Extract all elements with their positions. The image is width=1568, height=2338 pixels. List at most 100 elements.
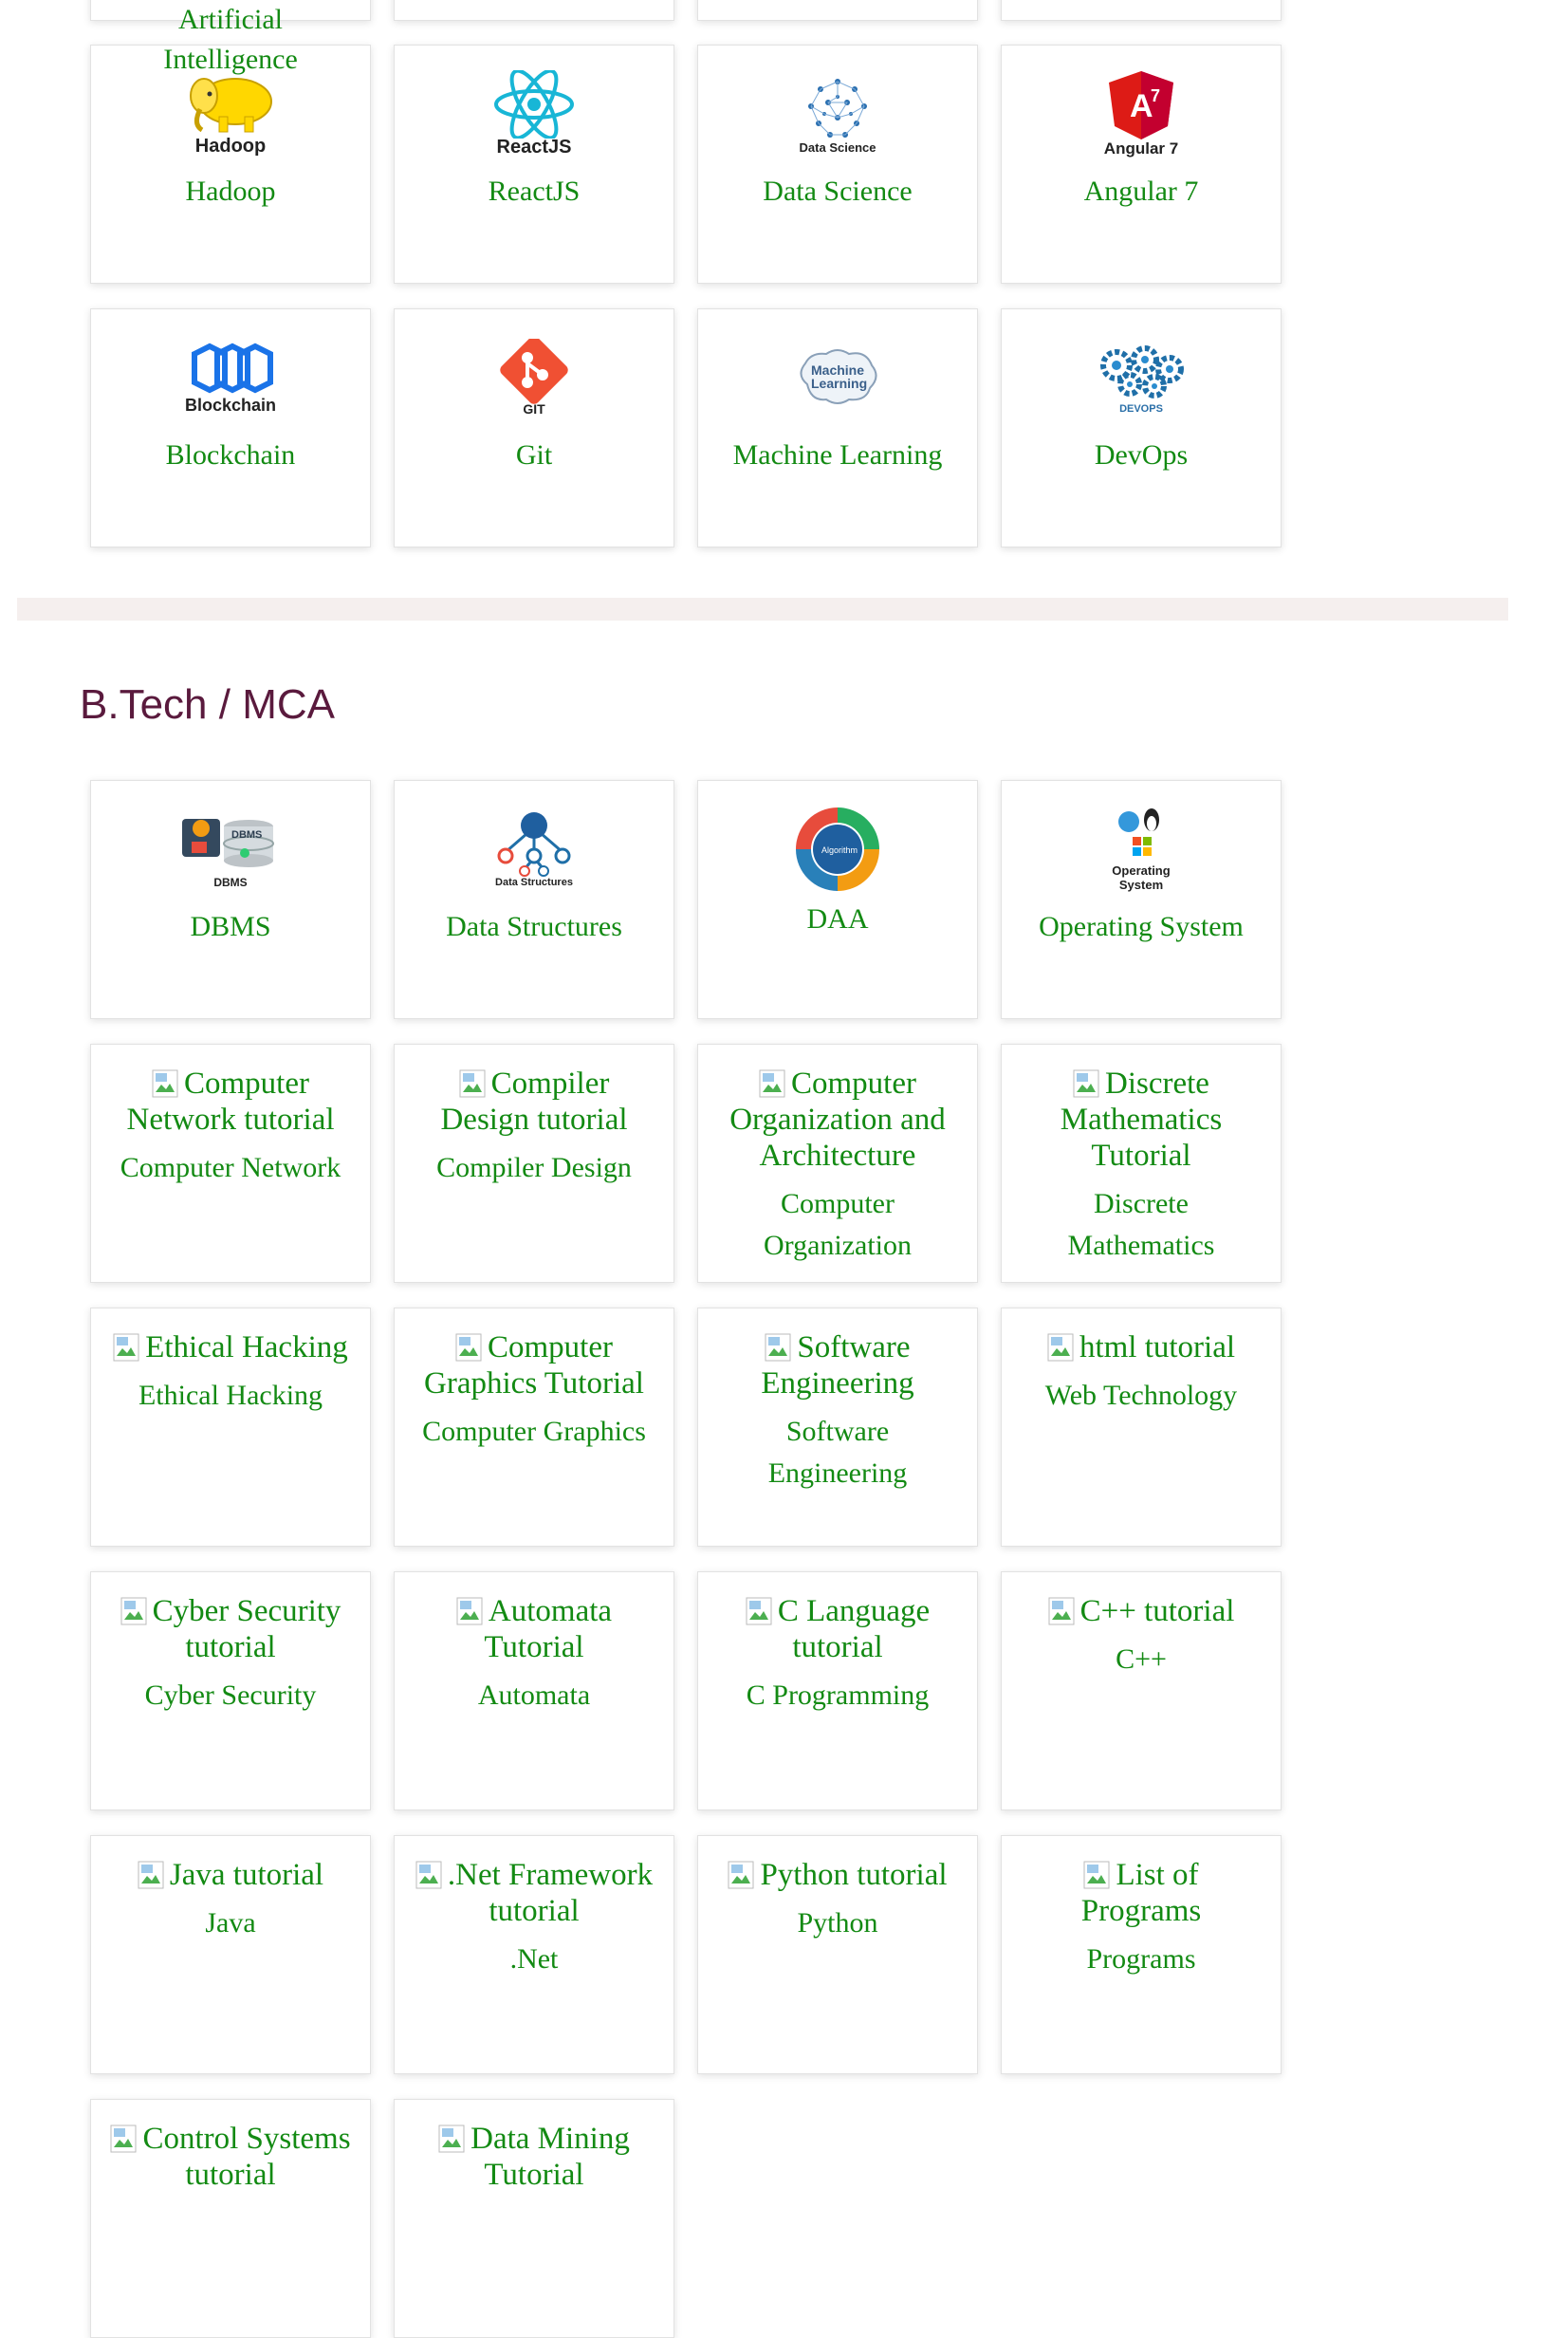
card-label: Computer Organization bbox=[763, 1188, 913, 1261]
card-label: Discrete Mathematics bbox=[1067, 1188, 1215, 1261]
card-label: ReactJS bbox=[488, 176, 581, 207]
card-angular[interactable]: A 7 Angular 7 Angular 7 bbox=[1001, 45, 1282, 284]
card-data-science[interactable]: Data Science Data Science bbox=[697, 45, 978, 284]
card-label: Operating System bbox=[1039, 911, 1244, 942]
git-logo-text: GIT bbox=[523, 401, 545, 417]
broken-image: C Language tutorial bbox=[698, 1572, 977, 1665]
image-alt-text: Ethical Hacking bbox=[145, 1330, 348, 1364]
card-label: DevOps bbox=[1094, 439, 1189, 471]
image-alt-text: Data Mining Tutorial bbox=[470, 2122, 630, 2192]
card-blockchain[interactable]: Blockchain Blockchain bbox=[90, 308, 371, 547]
alt-card[interactable]: Java tutorial Java bbox=[90, 1835, 371, 2074]
broken-image: Ethical Hacking bbox=[91, 1308, 370, 1365]
card-label: Python bbox=[797, 1907, 878, 1939]
card-label: C Programming bbox=[746, 1679, 930, 1711]
top-card-partial-4[interactable] bbox=[1001, 0, 1282, 21]
react-logo: ReactJS bbox=[395, 46, 673, 165]
card-reactjs[interactable]: ReactJS ReactJS bbox=[394, 45, 674, 284]
ai-label-line1: Artificial bbox=[178, 4, 283, 35]
daa-logo: Algorithm bbox=[698, 781, 977, 900]
alt-card[interactable]: .Net Framework tutorial .Net bbox=[394, 1835, 674, 2074]
top-card-partial-2[interactable] bbox=[394, 0, 674, 21]
broken-image: Computer Organization and Architecture bbox=[698, 1045, 977, 1174]
alt-card[interactable]: html tutorial Web Technology bbox=[1001, 1308, 1282, 1547]
broken-image-icon bbox=[120, 1597, 147, 1625]
alt-card[interactable]: Ethical Hacking Ethical Hacking bbox=[90, 1308, 371, 1547]
card-hadoop[interactable]: Hadoop Hadoop bbox=[90, 45, 371, 284]
image-alt-text: Control Systems tutorial bbox=[142, 2122, 351, 2192]
broken-image-icon bbox=[765, 1333, 791, 1362]
alt-card[interactable]: Cyber Security tutorial Cyber Security bbox=[90, 1571, 371, 1810]
git-logo: GIT bbox=[395, 309, 673, 429]
operating-system-logo: Operating System bbox=[1002, 781, 1281, 900]
broken-image-icon bbox=[415, 1861, 442, 1889]
alt-card[interactable]: Computer Network tutorial Computer Netwo… bbox=[90, 1044, 371, 1283]
card-label: Hadoop bbox=[185, 176, 276, 207]
operating-system-icons bbox=[1118, 808, 1159, 856]
data-structures-logo: Data Structures bbox=[395, 781, 673, 900]
hadoop-elephant-icon bbox=[190, 77, 272, 132]
alt-card[interactable]: Automata Tutorial Automata bbox=[394, 1571, 674, 1810]
angular-logo-text: Angular 7 bbox=[1103, 139, 1179, 158]
card-label: Programs bbox=[1086, 1943, 1196, 1975]
operating-system-logo-text: Operating System bbox=[1112, 863, 1171, 892]
artificial-intelligence-label[interactable]: Artificial Intelligence bbox=[90, 0, 371, 80]
broken-image-icon bbox=[1073, 1069, 1099, 1098]
data-structures-tree-icon bbox=[497, 812, 571, 877]
broken-image: List of Programs bbox=[1002, 1836, 1281, 1929]
image-alt-text: Java tutorial bbox=[169, 1858, 324, 1892]
devops-gears-icon bbox=[1100, 345, 1184, 399]
broken-image-icon bbox=[138, 1861, 164, 1889]
alt-card[interactable]: Software Engineering Software Engineerin… bbox=[697, 1308, 978, 1547]
card-label: Data Structures bbox=[446, 911, 622, 942]
alt-card[interactable]: C Language tutorial C Programming bbox=[697, 1571, 978, 1810]
card-data-structures[interactable]: Data Structures Data Structures bbox=[394, 780, 674, 1019]
blockchain-logo: Blockchain bbox=[91, 309, 370, 429]
card-label: C++ bbox=[1116, 1643, 1167, 1675]
data-science-logo: Data Science bbox=[698, 46, 977, 165]
broken-image-icon bbox=[152, 1069, 178, 1098]
alt-card[interactable]: C++ tutorial C++ bbox=[1001, 1571, 1282, 1810]
alt-card[interactable]: Control Systems tutorial bbox=[90, 2099, 371, 2338]
card-daa[interactable]: Algorithm DAA bbox=[697, 780, 978, 1019]
top-card-partial-3[interactable] bbox=[697, 0, 978, 21]
alt-card[interactable]: List of Programs Programs bbox=[1001, 1835, 1282, 2074]
card-git[interactable]: GIT Git bbox=[394, 308, 674, 547]
card-devops[interactable]: DEVOPS DevOps bbox=[1001, 308, 1282, 547]
alt-card[interactable]: Data Mining Tutorial bbox=[394, 2099, 674, 2338]
broken-image: html tutorial bbox=[1002, 1308, 1281, 1365]
blockchain-logo-text: Blockchain bbox=[184, 395, 277, 415]
alt-card[interactable]: Computer Organization and Architecture C… bbox=[697, 1044, 978, 1283]
broken-image-icon bbox=[438, 2125, 465, 2153]
svg-text:DBMS: DBMS bbox=[231, 829, 262, 841]
blockchain-chain-icon bbox=[192, 343, 273, 393]
card-machine-learning[interactable]: Machine Learning Machine Learning bbox=[697, 308, 978, 547]
card-label: Computer Network bbox=[120, 1152, 341, 1183]
alt-card[interactable]: Computer Graphics Tutorial Computer Grap… bbox=[394, 1308, 674, 1547]
broken-image-icon bbox=[113, 1333, 139, 1362]
card-operating-system[interactable]: Operating System Operating System bbox=[1001, 780, 1282, 1019]
broken-image-icon bbox=[456, 1597, 483, 1625]
section-divider bbox=[17, 598, 1508, 621]
broken-image: Software Engineering bbox=[698, 1308, 977, 1401]
broken-image: Java tutorial bbox=[91, 1836, 370, 1893]
broken-image: Control Systems tutorial bbox=[91, 2100, 370, 2193]
broken-image-icon bbox=[1047, 1333, 1074, 1362]
broken-image: Data Mining Tutorial bbox=[395, 2100, 673, 2193]
alt-card[interactable]: Compiler Design tutorial Compiler Design bbox=[394, 1044, 674, 1283]
broken-image: Python tutorial bbox=[698, 1836, 977, 1893]
alt-card[interactable]: Python tutorial Python bbox=[697, 1835, 978, 2074]
dbms-logo: DBMS DBMS bbox=[91, 781, 370, 900]
card-label: Machine Learning bbox=[732, 439, 943, 471]
angular-logo: A 7 Angular 7 bbox=[1002, 46, 1281, 165]
broken-image-icon bbox=[459, 1069, 486, 1098]
card-dbms[interactable]: DBMS DBMS DBMS bbox=[90, 780, 371, 1019]
svg-text:A: A bbox=[1130, 88, 1153, 124]
broken-image-icon bbox=[110, 2125, 137, 2153]
alt-card[interactable]: Discrete Mathematics Tutorial Discrete M… bbox=[1001, 1044, 1282, 1283]
broken-image: C++ tutorial bbox=[1002, 1572, 1281, 1629]
broken-image: Compiler Design tutorial bbox=[395, 1045, 673, 1138]
broken-image: .Net Framework tutorial bbox=[395, 1836, 673, 1929]
image-alt-text: Cyber Security tutorial bbox=[152, 1594, 341, 1664]
daa-cycle-icon: Algorithm bbox=[796, 807, 879, 891]
